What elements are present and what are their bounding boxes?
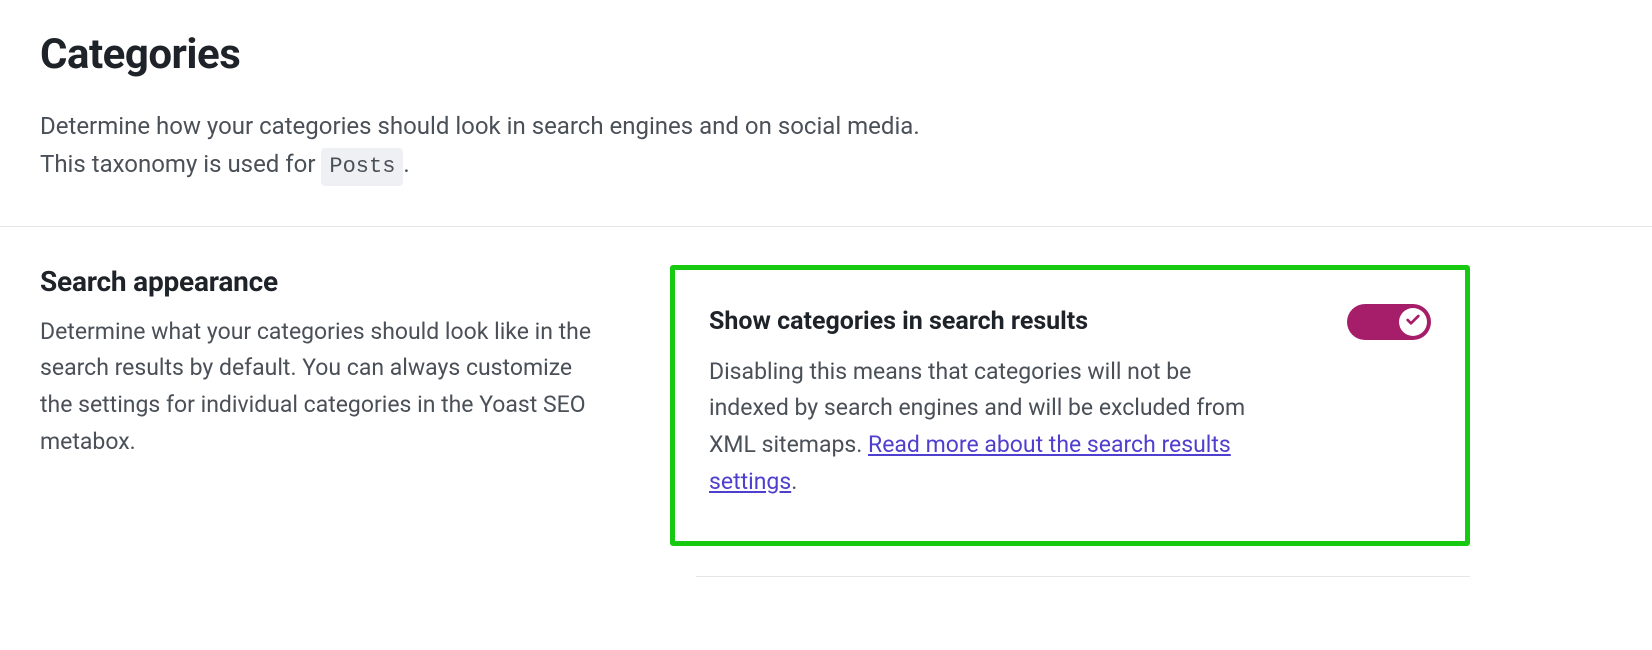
- setting-bottom-rule: [696, 576, 1470, 577]
- toggle-knob: [1399, 308, 1427, 336]
- page-title: Categories: [40, 30, 1612, 79]
- page-header: Categories Determine how your categories…: [0, 0, 1652, 226]
- page-intro: Determine how your categories should loo…: [40, 107, 1612, 186]
- section-right-column: Show categories in search results Disabl…: [670, 265, 1470, 577]
- intro-suffix: .: [403, 150, 409, 178]
- setting-title: Show categories in search results: [709, 307, 1088, 336]
- section-description: Determine what your categories should lo…: [40, 314, 610, 461]
- section-title: Search appearance: [40, 265, 610, 298]
- intro-line-1: Determine how your categories should loo…: [40, 107, 1612, 145]
- settings-page: Categories Determine how your categories…: [0, 0, 1652, 617]
- section-left-column: Search appearance Determine what your ca…: [40, 265, 610, 461]
- intro-prefix: This taxonomy is used for: [40, 150, 321, 178]
- check-icon: [1405, 312, 1421, 332]
- taxonomy-tag: Posts: [321, 148, 403, 185]
- search-appearance-section: Search appearance Determine what your ca…: [0, 227, 1652, 617]
- show-in-search-setting: Show categories in search results Disabl…: [670, 265, 1470, 546]
- setting-header: Show categories in search results: [709, 304, 1431, 340]
- intro-line-2: This taxonomy is used for Posts.: [40, 145, 1612, 185]
- setting-description: Disabling this means that categories wil…: [709, 354, 1269, 501]
- show-in-search-toggle[interactable]: [1347, 304, 1431, 340]
- setting-desc-suffix: .: [791, 468, 797, 495]
